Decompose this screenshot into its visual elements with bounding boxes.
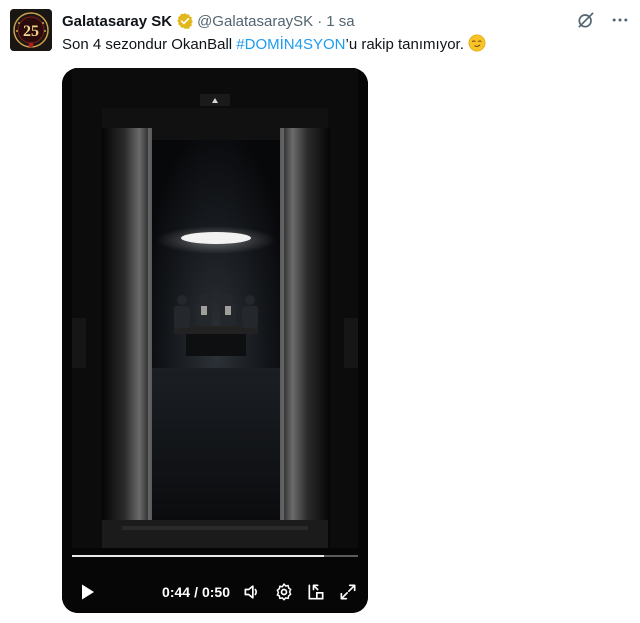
play-icon[interactable] [77,581,99,603]
tweet-actions-top [576,10,630,30]
picture-in-picture-icon[interactable] [306,582,326,602]
smirking-face-emoji [468,34,486,52]
video-current-time: 0:44 [162,584,191,600]
galatasaray-logo: 25 [10,9,52,51]
video-player[interactable]: 0:44 / 0:50 [62,68,368,613]
separator-dot: · [317,12,323,30]
tweet-text: Son 4 sezondur OkanBall #DOMİN4SYON’u ra… [62,34,486,55]
settings-gear-icon[interactable] [274,582,294,602]
tweet-text-before: Son 4 sezondur OkanBall [62,36,237,53]
more-options-icon[interactable] [610,10,630,30]
video-progress-bar[interactable] [72,555,358,557]
avatar[interactable]: 25 [10,9,52,51]
video-duration: 0:50 [201,584,230,600]
hashtag-link[interactable]: #DOMİN4SYON [236,36,345,53]
avatar-number: 25 [23,23,39,40]
verified-badge-icon [176,12,194,30]
tweet-timestamp[interactable]: 1 sa [326,13,354,30]
author-name[interactable]: Galatasaray SK [62,13,172,30]
author-handle[interactable]: @GalatasaraySK [197,13,313,30]
video-frame-elevator [62,68,368,613]
fullscreen-icon[interactable] [338,582,358,602]
video-time-separator: / [194,584,198,600]
tweet-header: Galatasaray SK @GalatasaraySK · 1 sa [62,11,355,31]
grok-icon[interactable] [576,10,596,30]
volume-icon[interactable] [242,582,262,602]
video-progress-fill [72,555,324,557]
tweet-text-after: ’u rakip tanımıyor. [345,36,464,53]
video-time-readout: 0:44 / 0:50 [162,584,230,600]
video-controls: 0:44 / 0:50 [62,571,368,613]
